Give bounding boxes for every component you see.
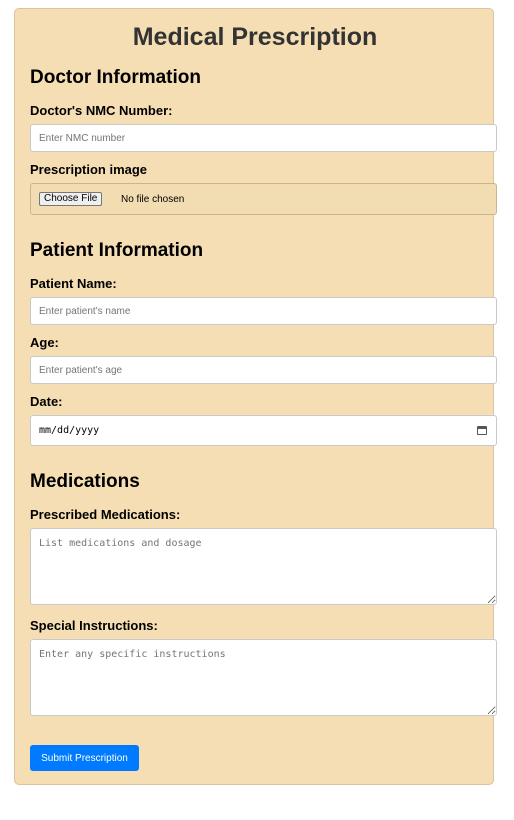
choose-file-button[interactable]: Choose File [39, 192, 103, 206]
prescription-image-label: Prescription image [30, 162, 148, 177]
medications-section-heading: Medications [30, 471, 140, 492]
nmc-number-input[interactable] [30, 124, 497, 152]
doctor-section-heading: Doctor Information [30, 67, 201, 88]
date-label: Date: [30, 394, 63, 409]
age-input[interactable] [30, 356, 497, 384]
patient-section-heading: Patient Information [30, 240, 204, 261]
date-input[interactable]: mm/dd/yyyy [30, 415, 497, 446]
age-label: Age: [30, 335, 59, 350]
calendar-icon[interactable] [477, 426, 487, 435]
prescribed-medications-label: Prescribed Medications: [30, 507, 181, 522]
submit-prescription-button[interactable]: Submit Prescription [30, 745, 139, 771]
page-title: Medical Prescription [132, 23, 378, 51]
patient-name-label: Patient Name: [30, 276, 117, 291]
patient-name-input[interactable] [30, 297, 497, 325]
prescribed-medications-textarea[interactable] [30, 528, 497, 605]
special-instructions-label: Special Instructions: [30, 618, 158, 633]
date-placeholder-text: mm/dd/yyyy [39, 425, 100, 436]
special-instructions-textarea[interactable] [30, 639, 497, 716]
nmc-number-label: Doctor's NMC Number: [30, 103, 173, 118]
prescription-image-field: Choose File No file chosen [30, 183, 497, 215]
prescription-form: Medical Prescription Doctor Information … [14, 8, 497, 785]
file-status-text: No file chosen [121, 194, 185, 205]
